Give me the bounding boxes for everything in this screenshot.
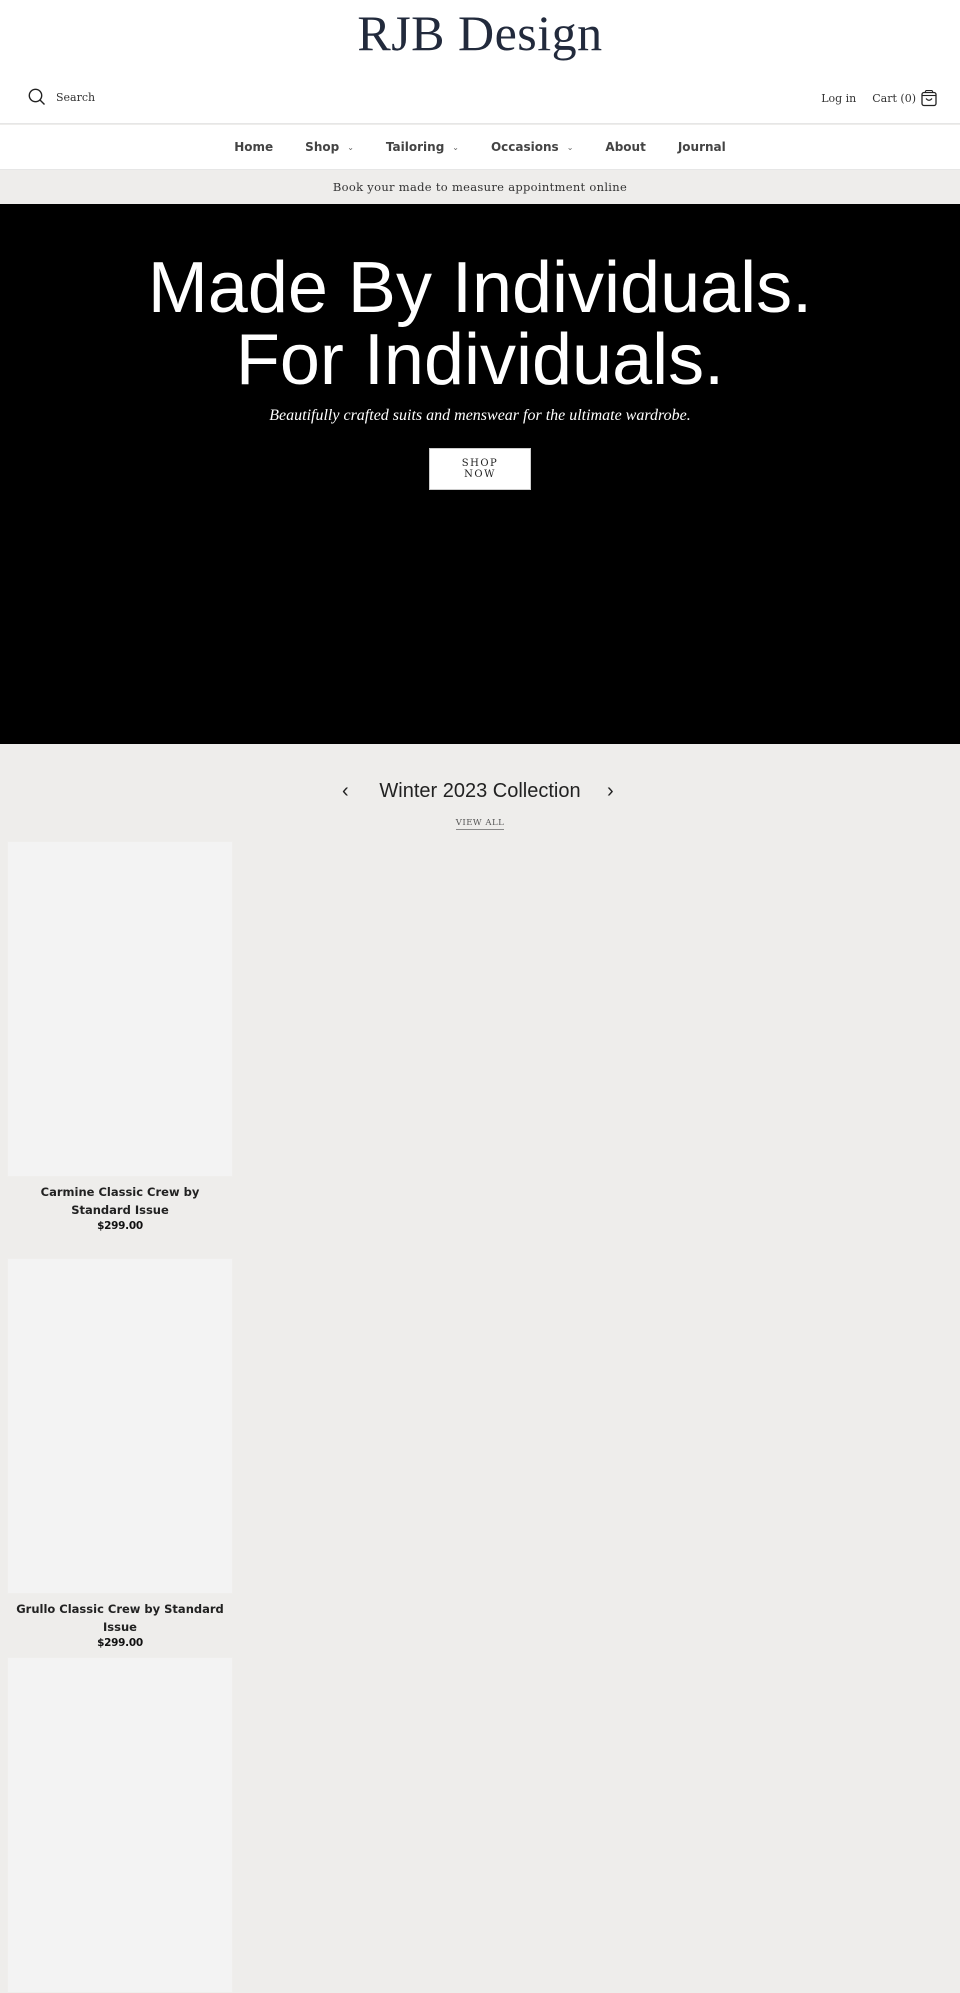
product-price: $299.00 xyxy=(97,1637,143,1649)
product-image[interactable] xyxy=(7,1657,233,1993)
product-image[interactable] xyxy=(7,841,233,1177)
shop-now-button[interactable]: SHOP NOW xyxy=(429,448,531,490)
nav-label: Home xyxy=(234,140,274,154)
hero-heading: Made By Individuals. For Individuals. xyxy=(0,252,960,396)
announcement-bar[interactable]: Book your made to measure appointment on… xyxy=(0,171,960,204)
search-button[interactable]: Search xyxy=(28,88,95,106)
nav-label: Journal xyxy=(677,140,726,154)
hero-subtitle: Beautifully crafted suits and menswear f… xyxy=(269,407,691,424)
chevron-down-icon: ⌄ xyxy=(452,142,459,152)
product-price: $299.00 xyxy=(97,1220,143,1232)
nav-item-journal[interactable]: Journal xyxy=(678,140,726,154)
product-card[interactable]: Grullo Classic Crew by Standard Issue $2… xyxy=(7,1258,233,1649)
account-links: Log in Cart (0) xyxy=(821,89,938,107)
chevron-down-icon: ⌄ xyxy=(347,142,354,152)
view-all-link[interactable]: VIEW ALL xyxy=(455,818,505,830)
hero-heading-line1: Made By Individuals. xyxy=(147,248,813,328)
nav-label: About xyxy=(605,140,646,154)
product-title[interactable]: Carmine Classic Crew by Standard Issue xyxy=(7,1183,233,1219)
site-header: RJB Design Search Log in Cart (0) xyxy=(0,0,960,124)
nav-item-home[interactable]: Home xyxy=(234,140,273,154)
chevron-down-icon: ⌄ xyxy=(566,142,574,152)
main-nav: Home Shop ⌄ Tailoring ⌄ Occasions ⌄ About J… xyxy=(0,125,960,170)
nav-item-about[interactable]: About xyxy=(605,140,645,154)
nav-label: Tailoring xyxy=(385,140,445,154)
login-link[interactable]: Log in xyxy=(821,92,856,105)
hero-banner: Made By Individuals. For Individuals. Be… xyxy=(0,204,960,744)
nav-item-occasions[interactable]: Occasions ⌄ xyxy=(491,140,573,154)
shopping-bag-icon xyxy=(921,90,937,107)
search-label: Search xyxy=(56,90,96,104)
nav-item-shop[interactable]: Shop ⌄ xyxy=(305,140,354,154)
nav-label: Shop xyxy=(305,140,340,154)
site-logo[interactable]: RJB Design xyxy=(0,4,960,62)
collection-header: ‹ Winter 2023 Collection › VIEW ALL xyxy=(0,780,960,830)
product-card[interactable] xyxy=(7,1657,233,1993)
cart-label: Cart (0) xyxy=(872,91,916,105)
collection-title: Winter 2023 Collection xyxy=(379,780,581,802)
product-title[interactable]: Grullo Classic Crew by Standard Issue xyxy=(7,1600,233,1636)
search-icon xyxy=(28,88,45,105)
cart-link[interactable]: Cart (0) xyxy=(872,89,938,107)
nav-item-tailoring[interactable]: Tailoring ⌄ xyxy=(386,140,459,154)
product-image[interactable] xyxy=(7,1258,233,1594)
chevron-right-icon[interactable]: › xyxy=(607,780,614,803)
hero-heading-line2: For Individuals. xyxy=(235,320,725,400)
nav-label: Occasions xyxy=(490,140,559,154)
product-card[interactable]: Carmine Classic Crew by Standard Issue $… xyxy=(7,841,233,1232)
